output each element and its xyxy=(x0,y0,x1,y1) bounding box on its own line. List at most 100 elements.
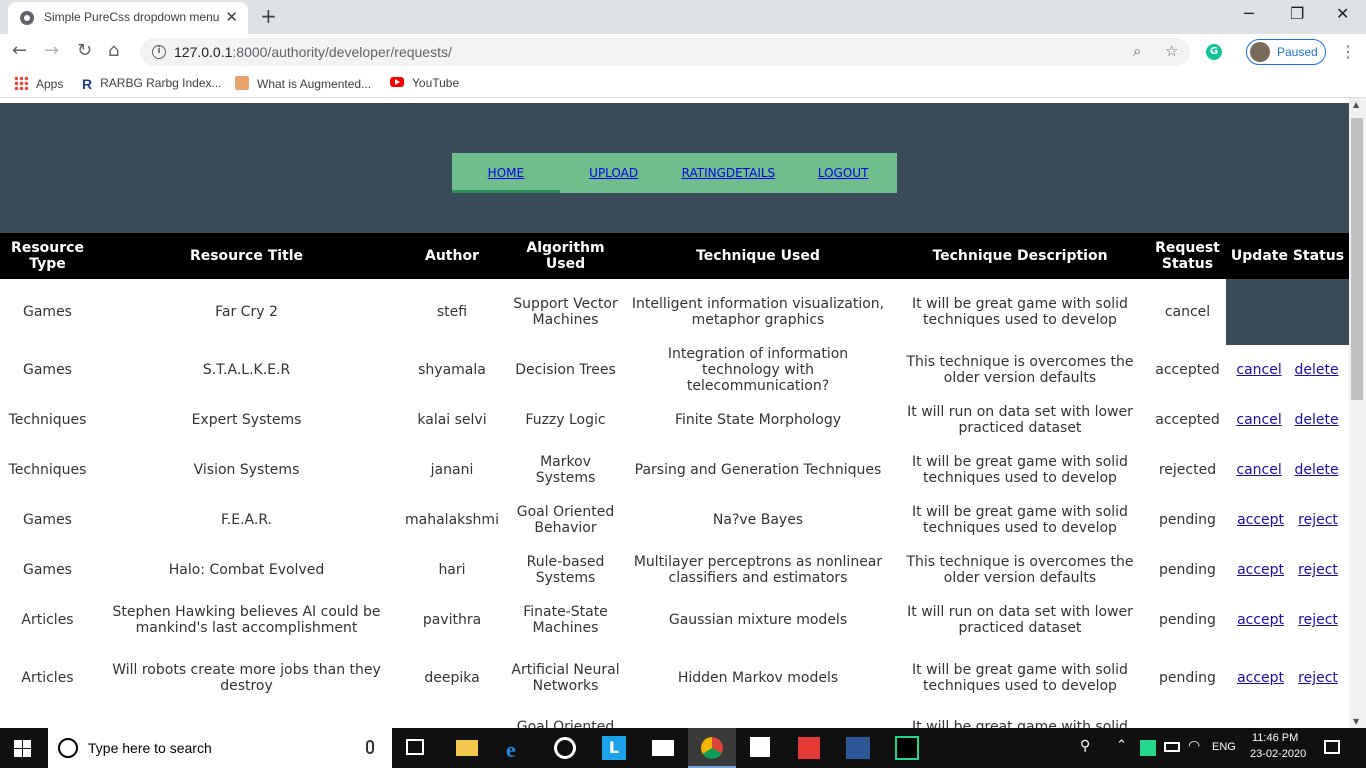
edge-icon[interactable]: e xyxy=(506,737,516,763)
bookmark-youtube[interactable]: YouTube xyxy=(390,76,459,90)
bookmark-apps[interactable]: Apps xyxy=(14,76,63,91)
taskbar: Type here to search e L ⚲ ⌃ ◠ ENG 11:46 … xyxy=(0,728,1366,768)
clock-date[interactable]: 23-02-2020 xyxy=(1250,748,1306,760)
l-app-icon[interactable]: L xyxy=(602,736,626,760)
back-icon[interactable]: ← xyxy=(12,40,27,61)
cell-title xyxy=(95,711,398,728)
nav-upload[interactable]: UPLOAD xyxy=(560,153,668,193)
scroll-down-icon[interactable]: ▼ xyxy=(1353,717,1359,726)
apps-grid-icon xyxy=(14,76,28,90)
cell-author: shyamala xyxy=(418,362,486,378)
cell-update: cancel delete xyxy=(1226,345,1349,395)
nav-ratingdetails[interactable]: RATINGDETAILS xyxy=(668,153,790,193)
language-indicator[interactable]: ENG xyxy=(1212,741,1236,753)
cell-description: It will be great game with solid xyxy=(912,719,1128,728)
bookmark-label: RARBG Rarbg Index... xyxy=(100,76,222,90)
page-header: HOME UPLOAD RATINGDETAILS LOGOUT xyxy=(0,103,1349,233)
bookmark-label: YouTube xyxy=(412,76,460,90)
accept-link[interactable]: accept xyxy=(1237,612,1284,628)
info-icon[interactable]: i xyxy=(152,45,166,59)
profile-button[interactable]: Paused xyxy=(1246,39,1326,65)
requests-table: Resource Type Resource Title Author Algo… xyxy=(0,233,1349,728)
bookmark-augmented[interactable]: What is Augmented... xyxy=(235,76,371,91)
cell-algorithm: Rule-based Systems xyxy=(526,554,605,586)
url-text[interactable]: 127.0.0.1:8000/authority/developer/reque… xyxy=(174,44,452,60)
cell-type: Techniques xyxy=(8,462,87,478)
windows-start-icon[interactable] xyxy=(14,740,32,758)
zoom-icon[interactable]: ⌕ xyxy=(1133,42,1141,60)
header-technique: Technique Used xyxy=(625,233,891,279)
cancel-link[interactable]: cancel xyxy=(1236,462,1281,478)
bookmark-rarbg[interactable]: R RARBG Rarbg Index... xyxy=(82,76,222,92)
table-header-row: Resource Type Resource Title Author Algo… xyxy=(0,233,1349,279)
top-nav-menu: HOME UPLOAD RATINGDETAILS LOGOUT xyxy=(452,153,897,193)
cancel-link[interactable]: cancel xyxy=(1236,412,1281,428)
tray-app-icon[interactable] xyxy=(1140,740,1156,756)
cell-algorithm: Fuzzy Logic xyxy=(525,412,606,428)
scroll-thumb[interactable] xyxy=(1351,118,1363,400)
scroll-up-icon[interactable]: ▲ xyxy=(1353,100,1359,109)
reject-link[interactable]: reject xyxy=(1298,562,1338,578)
cell-title: Will robots create more jobs than they d… xyxy=(112,662,381,694)
media-app-icon[interactable] xyxy=(554,737,576,759)
star-icon[interactable]: ☆ xyxy=(1165,42,1178,60)
cell-update: accept reject xyxy=(1226,595,1349,645)
tray-expand-icon[interactable]: ⌃ xyxy=(1116,738,1127,753)
kebab-menu-icon[interactable]: ⋮ xyxy=(1340,42,1356,61)
cell-type: Articles xyxy=(21,670,74,686)
people-icon[interactable]: ⚲ xyxy=(1080,738,1090,754)
clock-time[interactable]: 11:46 PM xyxy=(1252,732,1298,744)
header-resource-title: Resource Title xyxy=(95,233,398,279)
nav-home[interactable]: HOME xyxy=(452,153,560,193)
microphone-icon[interactable] xyxy=(366,740,374,754)
pycharm-icon[interactable] xyxy=(895,736,919,760)
reject-link[interactable]: reject xyxy=(1298,612,1338,628)
word-icon[interactable] xyxy=(846,737,870,759)
page-viewport: HOME UPLOAD RATINGDETAILS LOGOUT Resourc… xyxy=(0,98,1349,728)
cell-update-empty xyxy=(1226,279,1349,345)
notifications-icon[interactable] xyxy=(1324,740,1340,754)
page-scrollbar[interactable]: ▲ ▼ xyxy=(1349,98,1366,728)
header-update-status: Update Status xyxy=(1226,233,1349,279)
chrome-taskbar-button[interactable] xyxy=(688,728,736,768)
red-app-icon[interactable] xyxy=(798,737,820,759)
delete-link[interactable]: delete xyxy=(1295,462,1339,478)
cell-update: accept reject xyxy=(1226,545,1349,595)
reload-icon[interactable]: ↻ xyxy=(77,40,92,61)
wifi-icon[interactable]: ◠ xyxy=(1188,738,1200,754)
cell-type xyxy=(0,711,95,728)
accept-link[interactable]: accept xyxy=(1237,562,1284,578)
close-tab-icon[interactable]: ✕ xyxy=(225,8,238,26)
delete-link[interactable]: delete xyxy=(1295,412,1339,428)
accept-link[interactable]: accept xyxy=(1237,512,1284,528)
taskbar-search-box[interactable]: Type here to search xyxy=(48,728,392,768)
store-icon[interactable] xyxy=(750,737,770,757)
new-tab-button[interactable]: + xyxy=(260,4,277,28)
rarbg-icon: R xyxy=(82,76,93,92)
cell-description: It will be great game with solid techniq… xyxy=(912,662,1128,694)
grammarly-icon[interactable]: G xyxy=(1206,44,1222,60)
cancel-link[interactable]: cancel xyxy=(1236,362,1281,378)
reject-link[interactable]: reject xyxy=(1298,670,1338,686)
minimize-icon[interactable]: ─ xyxy=(1244,4,1254,23)
forward-icon[interactable]: → xyxy=(44,40,59,61)
browser-tab[interactable]: Simple PureCss dropdown menu ✕ xyxy=(8,2,248,34)
task-view-icon[interactable] xyxy=(406,739,424,755)
close-window-icon[interactable]: ✕ xyxy=(1336,4,1349,23)
nav-logout[interactable]: LOGOUT xyxy=(789,153,897,193)
restore-icon[interactable]: ❐ xyxy=(1290,4,1304,23)
mail-icon[interactable] xyxy=(652,740,674,756)
delete-link[interactable]: delete xyxy=(1295,362,1339,378)
cell-title: Far Cry 2 xyxy=(215,304,278,320)
reject-link[interactable]: reject xyxy=(1298,512,1338,528)
file-explorer-icon[interactable] xyxy=(456,740,478,756)
cell-update: accept reject xyxy=(1226,495,1349,545)
cell-description: It will be great game with solid techniq… xyxy=(912,454,1128,486)
accept-link[interactable]: accept xyxy=(1237,670,1284,686)
home-icon[interactable]: ⌂ xyxy=(108,40,119,61)
battery-icon[interactable] xyxy=(1164,742,1180,752)
address-bar[interactable]: i 127.0.0.1:8000/authority/developer/req… xyxy=(140,38,1190,66)
cell-status: accepted xyxy=(1155,412,1220,428)
youtube-icon xyxy=(390,77,404,87)
header-algorithm: Algorithm Used xyxy=(506,233,625,279)
